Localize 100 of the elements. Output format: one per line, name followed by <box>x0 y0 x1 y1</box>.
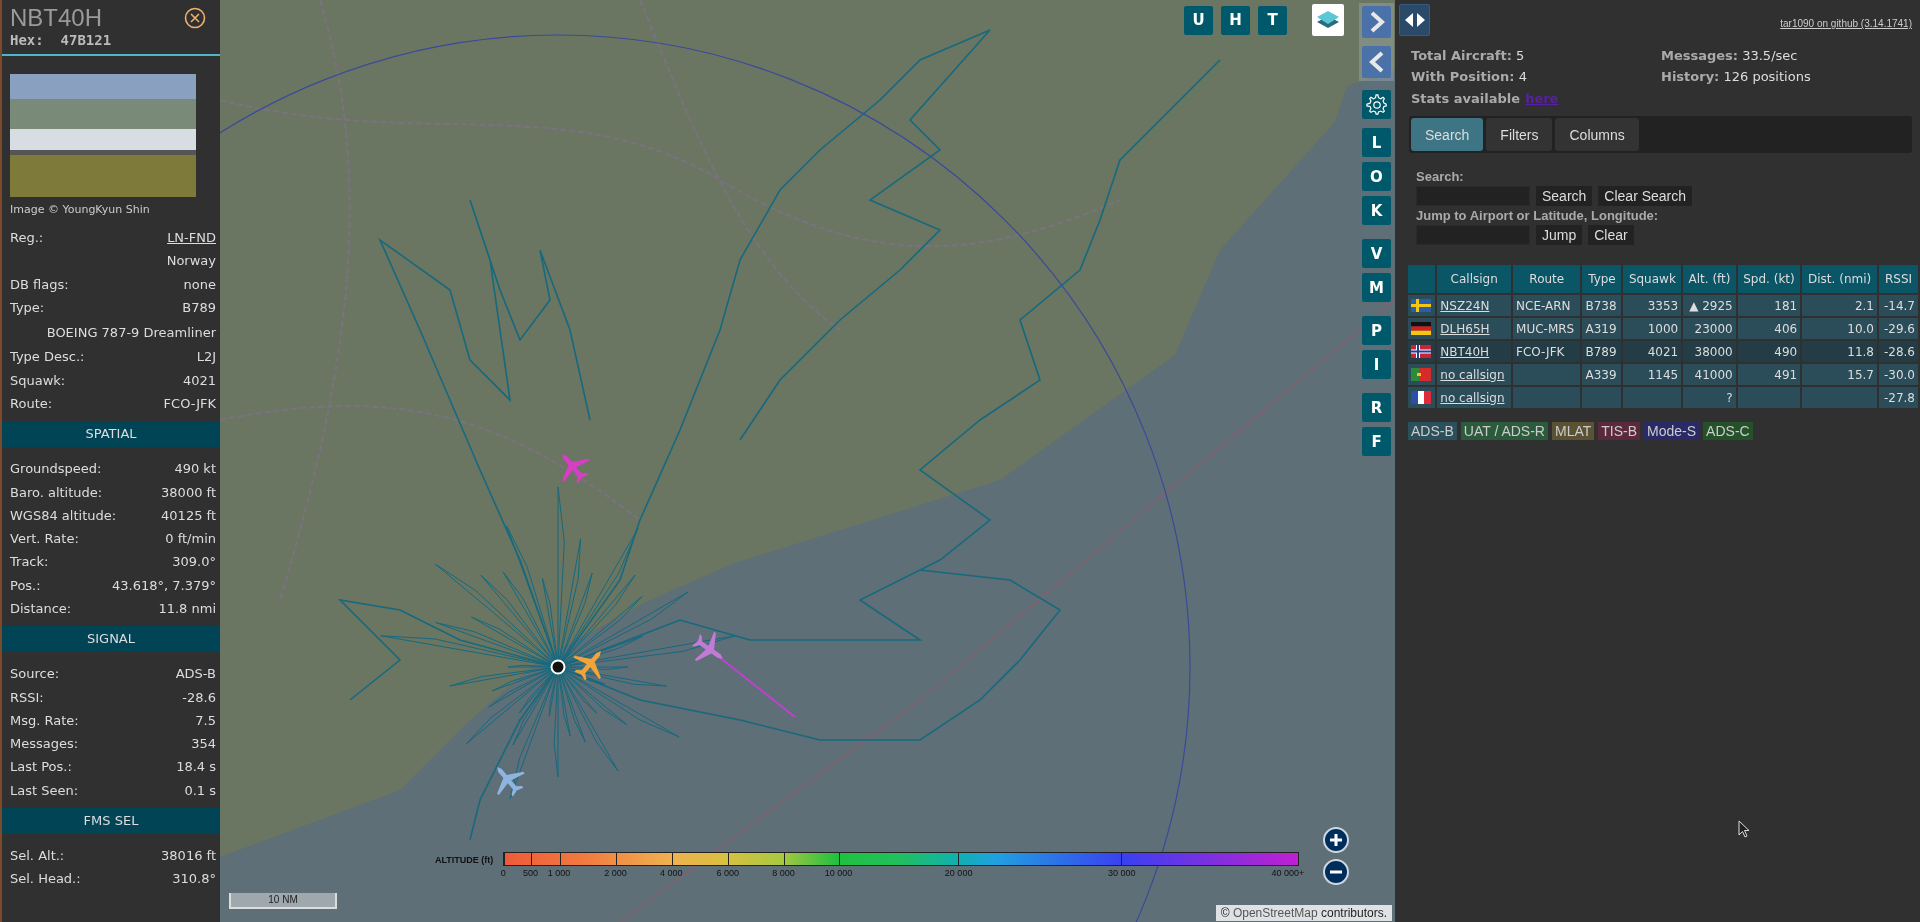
table-cell: 1000 <box>1623 318 1682 339</box>
flag-icon <box>1411 322 1431 335</box>
stats-note: Stats available <box>1411 91 1521 106</box>
field-label: Type: <box>10 300 45 316</box>
table-cell: 38000 <box>1683 341 1736 362</box>
source-tag: ADS-B <box>1408 422 1457 440</box>
field-value: 4021 <box>182 372 216 388</box>
aircraft-row[interactable]: NSZ24N NCE-ARN B738 3353 ▲ 2925 181 2.1 -14.7 <box>1408 295 1918 316</box>
field-value: 43.618°, 7.379° <box>112 577 216 593</box>
map-view[interactable]: U H T L O K V M P I R F ALTITUDE (ft) 0 500 1 000 2 000 4 000 6 000 8 000 10 000 20 000 30 000 40 000+ 10 NM © OpenStreetMap contributors. <box>220 0 1395 922</box>
field-label: Route: <box>10 395 53 411</box>
flag-icon <box>1411 299 1431 312</box>
search-label: Search: <box>1416 169 1465 184</box>
table-cell: -30.0 <box>1879 364 1918 385</box>
github-link[interactable]: tar1090 on github (3.14.1741) <box>1780 18 1912 29</box>
column-header[interactable]: Alt. (ft) <box>1683 265 1736 293</box>
table-cell: MUC-MRS <box>1513 318 1581 339</box>
field-value: FCO-JFK <box>163 395 216 411</box>
map-toggle-button[interactable]: M <box>1362 273 1391 302</box>
panel-toggle-button[interactable] <box>1399 4 1430 36</box>
column-header[interactable]: Callsign <box>1437 265 1512 293</box>
table-cell: -29.6 <box>1879 318 1918 339</box>
tab[interactable]: Search <box>1411 118 1484 151</box>
field-label: Sel. Head.: <box>10 871 81 887</box>
search-form-button[interactable]: Search <box>1536 186 1593 206</box>
column-header[interactable]: Type <box>1582 265 1622 293</box>
legend-title: ALTITUDE (ft) <box>435 855 494 867</box>
field-value: Norway <box>166 253 216 269</box>
map-toggle-button[interactable]: L <box>1362 128 1391 157</box>
aircraft-row[interactable]: NBT40H FCO-JFK B789 4021 38000 490 11.8 -28.6 <box>1408 341 1918 362</box>
table-cell: 11.8 <box>1802 341 1877 362</box>
callsign-link[interactable]: NBT40H <box>1440 344 1490 359</box>
hex-code: Hex: 47B121 <box>10 32 113 48</box>
table-cell: 406 <box>1737 318 1801 339</box>
field-value: BOEING 787-9 Dreamliner <box>46 324 216 340</box>
callsign-link[interactable]: no callsign <box>1440 367 1505 382</box>
legend-tick-label: 0 <box>500 868 506 878</box>
map-toggle-button[interactable]: T <box>1258 5 1287 35</box>
column-header[interactable]: Spd. (kt) <box>1737 265 1801 293</box>
column-header[interactable]: Squawk <box>1623 265 1682 293</box>
legend-tick-label: 20 000 <box>944 868 973 878</box>
close-icon <box>184 7 206 29</box>
map-toggle-button[interactable]: O <box>1362 162 1391 191</box>
column-header[interactable]: RSSI <box>1879 265 1918 293</box>
legend-tick-label: 6 000 <box>716 868 740 878</box>
scale-bar: 10 NM <box>229 893 337 909</box>
attribution-link[interactable]: OpenStreetMap <box>1232 906 1318 920</box>
map-toggle-button[interactable]: K <box>1362 196 1391 225</box>
column-header[interactable]: Dist. (nmi) <box>1802 265 1877 293</box>
aircraft-callsign: NBT40H <box>10 4 103 32</box>
jump-form-button[interactable]: Jump <box>1536 225 1583 245</box>
aircraft-row[interactable]: no callsign A339 1145 41000 491 15.7 -30.0 <box>1408 364 1918 385</box>
table-cell: -27.8 <box>1879 387 1918 408</box>
jump-form-button[interactable]: Clear <box>1588 225 1634 245</box>
tab[interactable]: Filters <box>1486 118 1553 151</box>
plus-icon <box>1329 833 1343 847</box>
flag-icon <box>1411 345 1431 358</box>
tab[interactable]: Columns <box>1555 118 1639 151</box>
field-value: -28.6 <box>182 689 216 705</box>
settings-button[interactable] <box>1362 90 1391 119</box>
search-form-button[interactable]: Clear Search <box>1598 186 1693 206</box>
field-value: 490 kt <box>174 461 216 477</box>
callsign-link[interactable]: no callsign <box>1440 390 1505 405</box>
header-cell <box>1408 265 1436 293</box>
table-cell: 1145 <box>1623 364 1682 385</box>
map-toggle-button[interactable]: P <box>1362 316 1391 345</box>
map-toggle-button[interactable]: U <box>1184 5 1213 35</box>
table-cell: -14.7 <box>1879 295 1918 316</box>
expand-button[interactable] <box>1362 6 1391 38</box>
map-toggle-button[interactable]: R <box>1362 393 1391 422</box>
field-value: B789 <box>182 300 216 316</box>
field-value: 0.1 s <box>184 782 216 798</box>
mouse-cursor-icon <box>1738 820 1750 838</box>
source-tag: Mode-S <box>1644 422 1700 440</box>
aircraft-row[interactable]: DLH65H MUC-MRS A319 1000 23000 406 10.0 -29.6 <box>1408 318 1918 339</box>
layers-button[interactable] <box>1312 4 1344 36</box>
field-label: Last Pos.: <box>10 759 72 775</box>
table-cell: 41000 <box>1683 364 1736 385</box>
map-toggle-button[interactable]: V <box>1362 239 1391 268</box>
section-header: SIGNAL <box>2 626 220 653</box>
map-toggle-button[interactable]: F <box>1362 427 1391 456</box>
close-button[interactable] <box>184 7 206 29</box>
field-value: 309.0° <box>172 554 216 570</box>
field-value: ADS-B <box>175 666 216 682</box>
map-toggle-button[interactable]: I <box>1362 350 1391 379</box>
source-tag: UAT / ADS-R <box>1460 422 1548 440</box>
map-toggle-button[interactable]: H <box>1221 5 1250 35</box>
registration-link[interactable]: LN-FND <box>167 230 216 246</box>
aircraft-row[interactable]: no callsign ? -27.8 <box>1408 387 1918 408</box>
collapse-button[interactable] <box>1362 46 1391 78</box>
field-label: Source: <box>10 666 60 682</box>
table-cell: 491 <box>1737 364 1801 385</box>
callsign-link[interactable]: DLH65H <box>1440 321 1490 336</box>
field-label: Baro. altitude: <box>10 484 103 500</box>
table-cell <box>1737 387 1801 408</box>
settings-icon <box>1365 93 1388 116</box>
legend-tick-label: 10 000 <box>824 868 853 878</box>
column-header[interactable]: Route <box>1513 265 1581 293</box>
callsign-link[interactable]: NSZ24N <box>1440 298 1490 313</box>
table-cell: -28.6 <box>1879 341 1918 362</box>
